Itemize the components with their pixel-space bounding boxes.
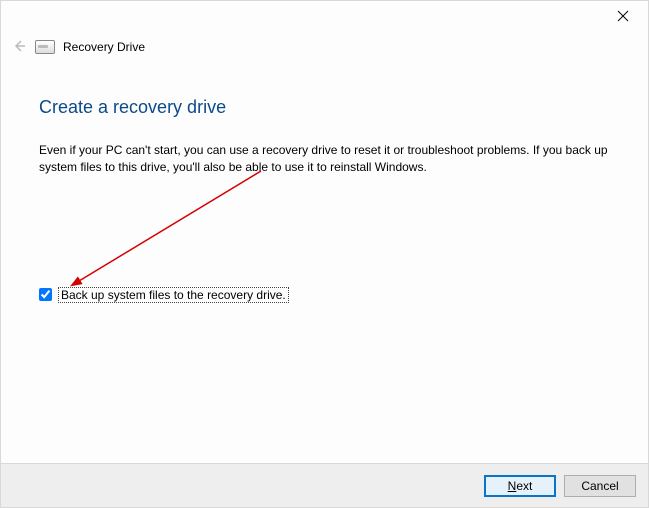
window-title: Recovery Drive xyxy=(63,40,145,54)
footer-bar: Next Cancel xyxy=(1,463,648,507)
backup-checkbox-row: Back up system files to the recovery dri… xyxy=(39,287,610,303)
cancel-button[interactable]: Cancel xyxy=(564,475,636,497)
content-area: Create a recovery drive Even if your PC … xyxy=(1,59,648,303)
header-bar: Recovery Drive xyxy=(1,29,648,59)
backup-checkbox-label[interactable]: Back up system files to the recovery dri… xyxy=(58,287,289,303)
next-button[interactable]: Next xyxy=(484,475,556,497)
close-icon xyxy=(617,10,629,22)
titlebar xyxy=(1,1,648,29)
page-description: Even if your PC can't start, you can use… xyxy=(39,142,610,177)
back-arrow-icon xyxy=(12,39,26,53)
close-button[interactable] xyxy=(608,5,638,27)
page-title: Create a recovery drive xyxy=(39,97,610,118)
recovery-drive-icon xyxy=(35,40,55,54)
back-button[interactable] xyxy=(11,39,27,55)
backup-checkbox[interactable] xyxy=(39,288,52,301)
